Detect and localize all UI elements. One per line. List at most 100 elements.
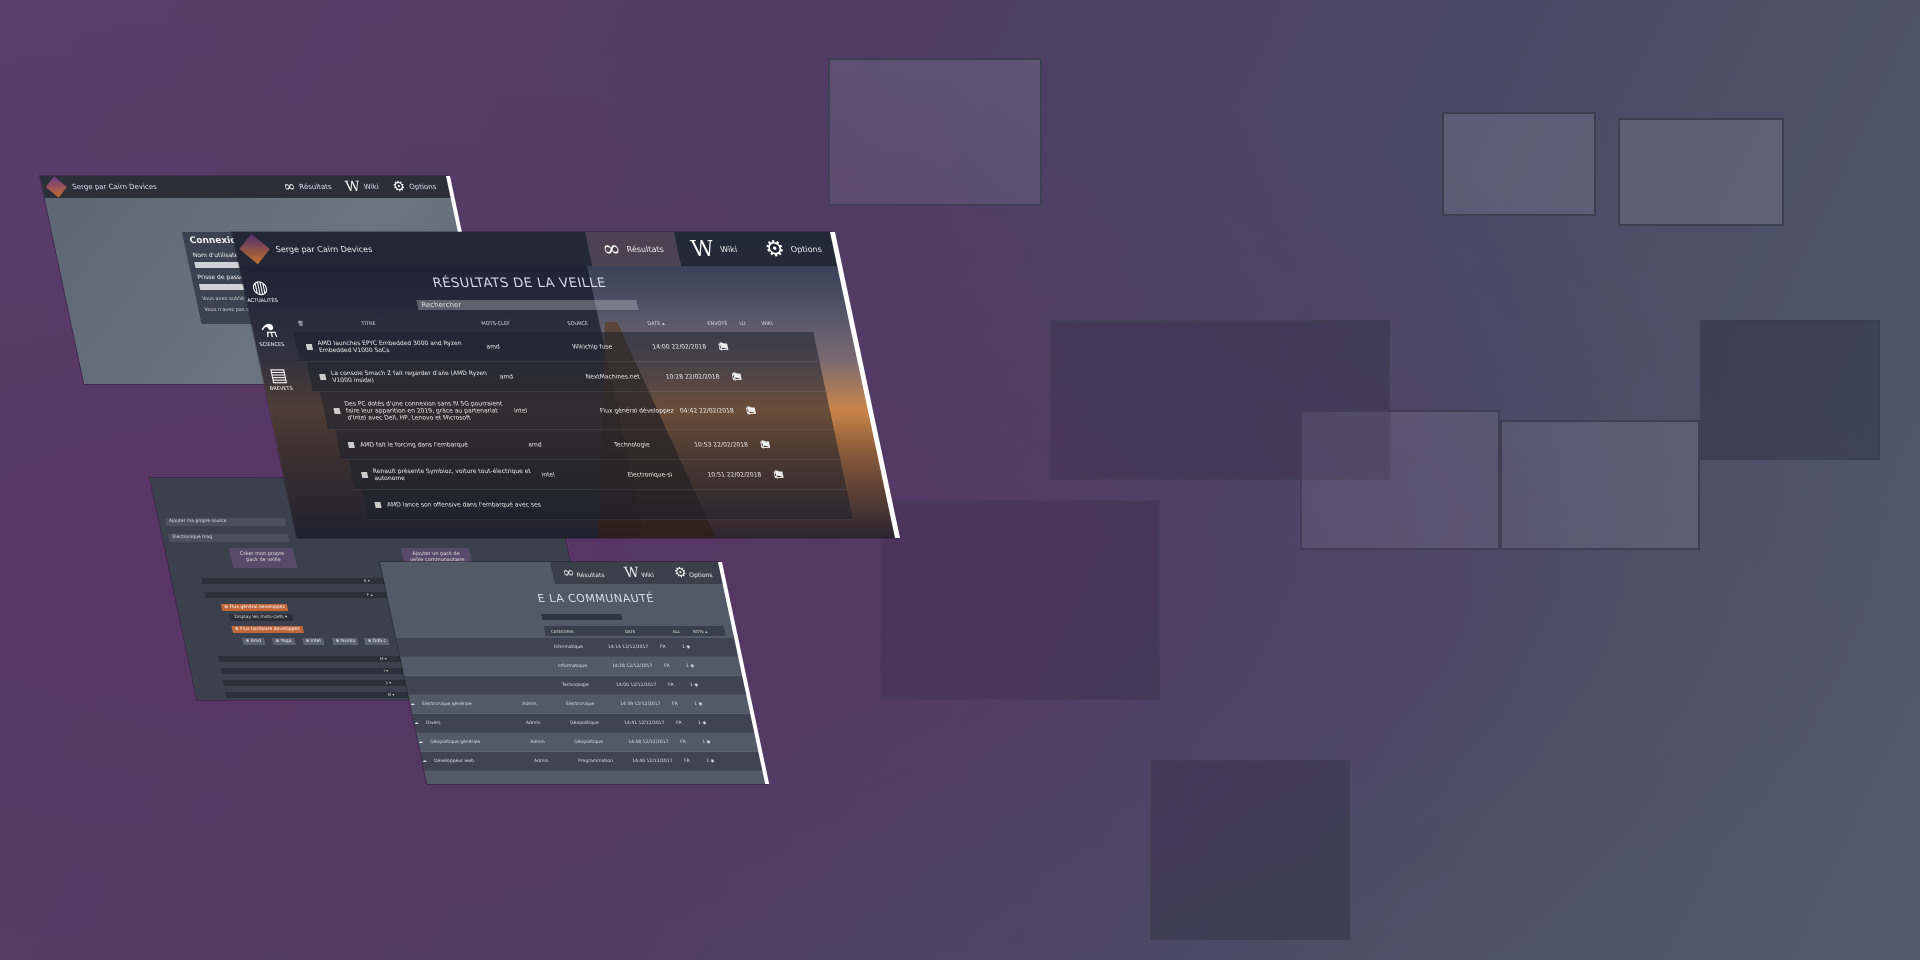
pack-note: 1 ◉ [681,645,691,650]
list-item[interactable]: ☁ Géopolitique générale Admin Géopolitique 1… [416,733,761,752]
show-keywords-select[interactable]: Display les mots-clefs ▾ [228,614,294,621]
row-checkbox[interactable] [374,501,382,508]
row-checkbox[interactable] [319,373,327,380]
list-item[interactable]: ☁ Développeur web Admin Programmation 14:40 … [420,752,765,771]
wiki-share-icon[interactable]: ⚑ [744,404,758,418]
community-packs-panel: ∞ Résultats W Wiki ⚙ Options E LA COMMUN… [380,562,768,784]
table-row[interactable]: AMD launches EPYC Embedded 3000 and Ryze… [293,332,820,362]
pack-note: 1 ◉ [689,683,700,688]
row-checkbox[interactable] [360,471,369,478]
col-date[interactable]: DATE [624,629,635,634]
table-row[interactable]: Des PC dotés d'une connexion sans fil 5G… [320,392,835,430]
add-source-input[interactable]: Ajouter ma propre source [164,518,287,526]
tab-options[interactable]: ⚙ Options [747,232,839,266]
col-note[interactable]: NOTE ▴ [692,629,707,634]
list-item[interactable]: Informatique 14:14 12/12/2017 FR 1 ◉ [396,638,741,657]
keyword-chip[interactable]: ⊗ Yoga [272,638,296,645]
table-row[interactable]: Renault présente Symbioz, voiture tout-é… [348,460,847,490]
pack-name: Divers [425,721,442,726]
col-source[interactable]: SOURCE [567,321,589,327]
result-source: Wikichip fuse [571,343,613,350]
pack-owner: Admin [521,702,538,707]
pack-date: 14:28 12/12/2017 [611,664,654,669]
list-item[interactable]: ☁ Électronique générale Admin Électronique 1… [408,695,753,714]
wiki-share-icon[interactable]: ⚑ [730,370,744,384]
row-checkbox[interactable] [347,441,355,448]
result-title[interactable]: AMD launches EPYC Embedded 3000 and Ryze… [317,340,480,354]
tag-flux-hardware[interactable]: ⊗ Flux hardware developpez [231,626,304,633]
row-checkbox[interactable] [305,343,313,350]
row-checkbox[interactable] [333,407,341,414]
col-category[interactable]: CATÉGORIE [550,629,574,634]
gear-icon: ⚙ [762,236,788,262]
list-item[interactable]: Informatique 14:28 12/12/2017 FR 1 ◉ [400,657,745,676]
col-sent[interactable]: ENVOYÉ [707,321,728,327]
community-table-body: Informatique 14:14 12/12/2017 FR 1 ◉ Informa… [396,638,765,771]
background-monitor [828,58,1042,206]
wiki-icon: W [688,236,717,262]
result-title[interactable]: Des PC dotés d'une connexion sans fil 5G… [344,400,508,421]
table-row[interactable]: AMD fait le forcing dans l'embarqué amd Te… [335,430,841,460]
gear-icon: ⚙ [391,179,408,195]
pack-name: Géopolitique générale [429,740,481,745]
keyword-chip[interactable]: ⊗ Amd [242,638,266,645]
table-row[interactable]: La console Smach Z fait regarder d'aile … [306,362,827,392]
col-keyword[interactable]: MOTS-CLEF [481,321,511,327]
app-title: Serge par Cairn Devices [274,244,374,254]
pack-category: Programmation [577,759,614,764]
wiki-share-icon[interactable]: ⚑ [717,340,731,354]
col-all[interactable]: ALL [672,629,680,634]
nav-wiki[interactable]: W Wiki [344,179,381,195]
result-keyword: intel [540,471,556,478]
pack-date: 14:41 12/12/2017 [623,721,666,726]
result-date: 10:51 22/02/2018 [706,471,763,478]
pack-category: Technologie [561,683,590,688]
pack-lang: FR [663,664,671,669]
tag-flux-developpez[interactable]: ⊗ Flux général developpez [220,604,289,611]
col-title[interactable]: TITRE [361,321,376,327]
page-title: RÉSULTATS DE LA VEILLE [431,276,608,291]
tab-results[interactable]: ∞ Résultats [584,232,682,266]
cloud-download-icon[interactable]: ☁ [414,721,420,726]
result-title[interactable]: Renault présente Symbioz, voiture tout-é… [372,468,535,482]
tab-wiki[interactable]: W Wiki [674,232,755,266]
nav-wiki[interactable]: W Wiki [623,565,655,581]
background-monitor [1500,420,1700,550]
wiki-share-icon[interactable]: ⚑ [759,438,773,452]
list-item[interactable]: ☁ Divers Admin Géopolitique 14:41 12/12/2017… [412,714,757,733]
wiki-share-icon[interactable]: ⚑ [772,468,786,482]
create-pack-button[interactable]: Créer mon propre pack de veille [228,548,298,568]
cloud-download-icon[interactable]: ☁ [422,759,428,764]
nav-results[interactable]: ∞ Résultats [561,565,606,581]
source-electronic-item[interactable]: Électronique mag [167,534,290,542]
cloud-download-icon[interactable]: ☁ [410,702,416,707]
keyword-chip[interactable]: ⊗ Intel [302,638,325,645]
globe-icon: ◍ [249,276,270,298]
table-row[interactable]: AMD lance son offensive dans l'embarqué … [361,490,854,520]
cloud-download-icon[interactable]: ☁ [418,740,424,745]
pack-lang: FR [667,683,675,688]
result-date: 10:28 22/02/2018 [664,373,721,380]
background-monitor [1618,118,1784,226]
list-item[interactable]: Technologie 14:00 12/12/2017 FR 1 ◉ [404,676,749,695]
result-title[interactable]: La console Smach Z fait regarder d'aile … [330,370,493,384]
nav-options[interactable]: ⚙ Options [673,565,714,581]
result-date: 04:42 22/02/2018 [679,407,735,414]
community-table-header: CATÉGORIE DATE ALL NOTE ▴ [543,626,726,636]
search-input[interactable]: Rechercher [416,300,639,310]
col-read[interactable]: LU [739,321,746,327]
nav-results[interactable]: ∞ Résultats [282,179,333,195]
trash-icon[interactable]: 🗑 [297,321,305,327]
binoculars-icon: ∞ [281,179,298,195]
result-title[interactable]: AMD lance son offensive dans l'embarqué … [386,501,547,508]
nav-options[interactable]: ⚙ Options [391,179,438,195]
col-wiki[interactable]: WIKI [761,321,773,327]
pack-owner: Admin [525,721,542,726]
keyword-chip[interactable]: ⊗ Odb c [364,638,390,645]
pack-date: 14:39 12/12/2017 [619,702,662,707]
wiki-icon: W [622,565,641,581]
community-search-input[interactable] [541,614,623,620]
keyword-chip[interactable]: ⊗ Nvidia [332,638,359,645]
result-title[interactable]: AMD fait le forcing dans l'embarqué [359,441,520,448]
col-date[interactable]: DATE ▴ [647,321,665,327]
